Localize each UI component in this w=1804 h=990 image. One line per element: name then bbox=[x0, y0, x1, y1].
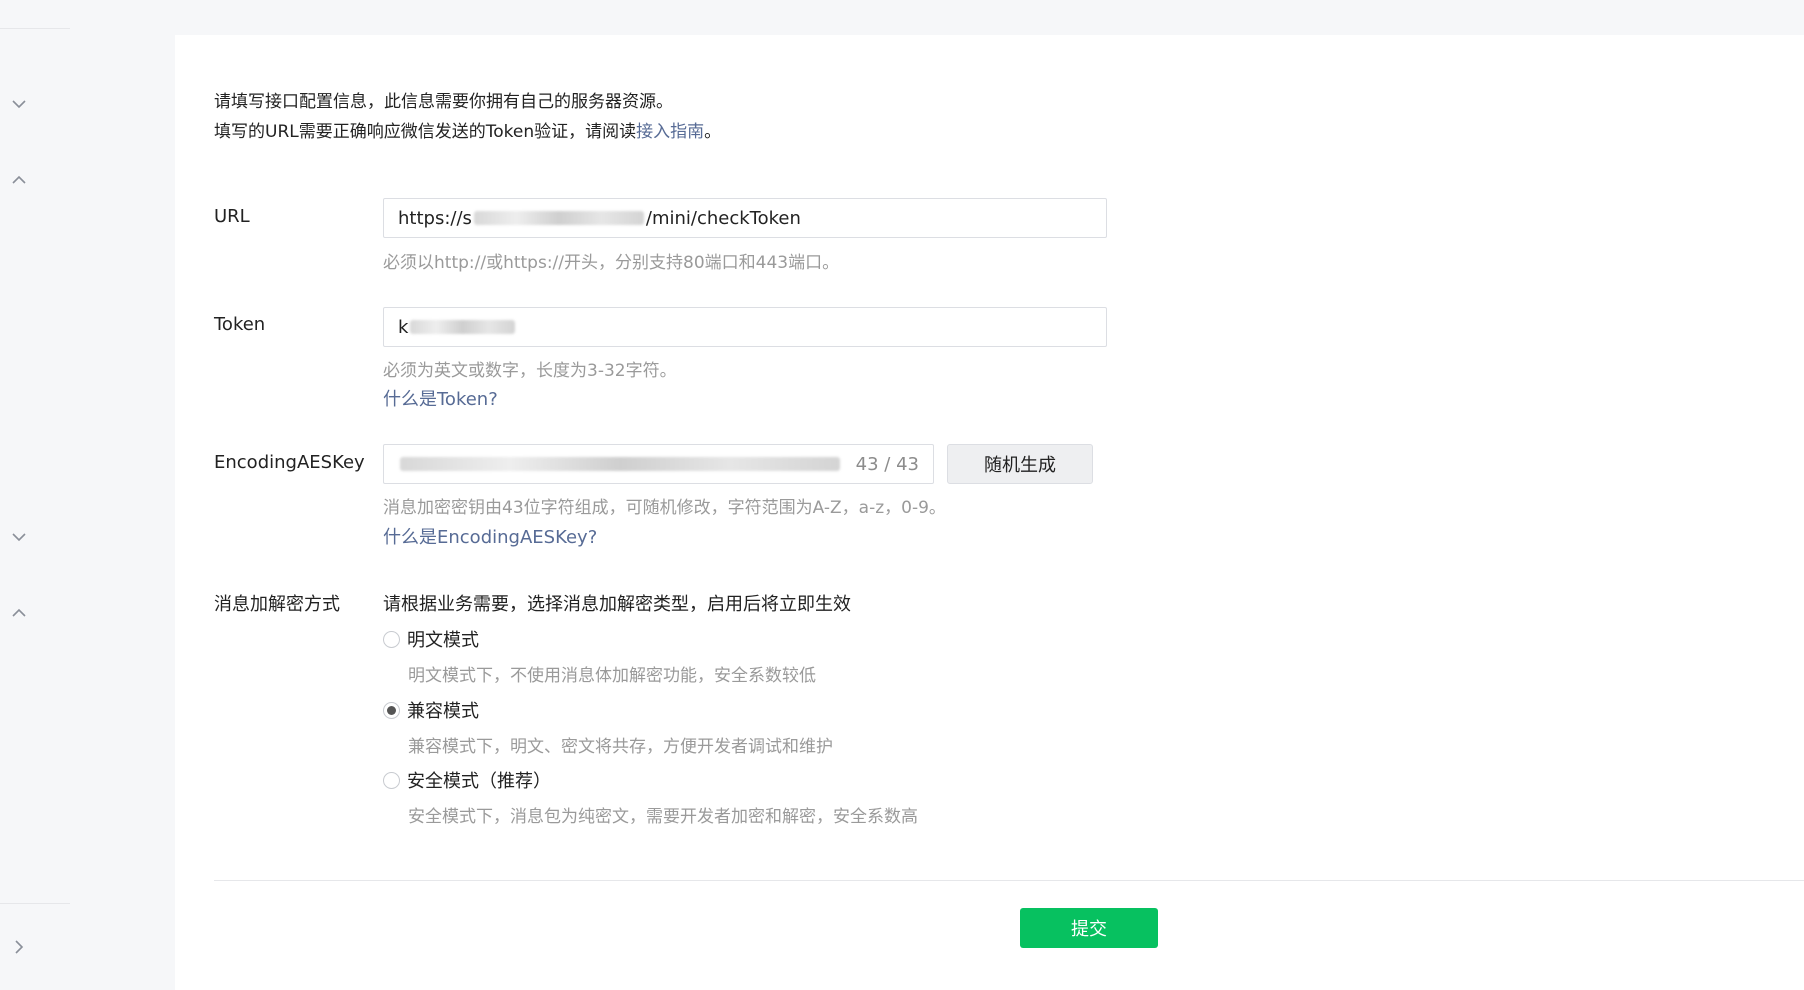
radio-button[interactable] bbox=[383, 630, 400, 648]
token-label: Token bbox=[214, 314, 266, 335]
what-is-aes-key-link[interactable]: 什么是EncodingAESKey? bbox=[383, 523, 597, 549]
radio-description: 明文模式下，不使用消息体加解密功能，安全系数较低 bbox=[408, 666, 816, 686]
token-hint: 必须为英文或数字，长度为3-32字符。 bbox=[383, 361, 677, 381]
page: 请填写接口配置信息，此信息需要你拥有自己的服务器资源。 填写的URL需要正确响应… bbox=[0, 0, 1804, 990]
intro-line-2-prefix: 填写的URL需要正确响应微信发送的Token验证，请阅读 bbox=[214, 122, 637, 142]
url-input[interactable]: https://s/mini/checkToken bbox=[383, 198, 1107, 238]
radio-compatible-mode[interactable]: 兼容模式 bbox=[383, 697, 479, 723]
token-input[interactable]: k bbox=[383, 307, 1107, 347]
random-generate-button[interactable]: 随机生成 bbox=[947, 444, 1093, 484]
radio-label: 安全模式（推荐） bbox=[407, 771, 551, 792]
radio-button[interactable] bbox=[383, 771, 400, 789]
radio-plaintext-mode[interactable]: 明文模式 bbox=[383, 626, 479, 652]
intro-text: 请填写接口配置信息，此信息需要你拥有自己的服务器资源。 填写的URL需要正确响应… bbox=[214, 87, 721, 147]
radio-label: 明文模式 bbox=[407, 630, 479, 651]
redacted-mask bbox=[473, 211, 644, 225]
chevron-down-icon[interactable] bbox=[10, 95, 28, 113]
redacted-mask bbox=[400, 457, 840, 471]
encryption-mode-label: 消息加解密方式 bbox=[214, 594, 340, 615]
sidebar-divider bbox=[0, 28, 70, 29]
encryption-mode-description: 请根据业务需要，选择消息加解密类型，启用后将立即生效 bbox=[383, 594, 851, 615]
radio-secure-mode[interactable]: 安全模式（推荐） bbox=[383, 767, 551, 793]
url-value-prefix: https://s bbox=[398, 207, 472, 229]
form-divider bbox=[214, 880, 1804, 881]
radio-button-checked[interactable] bbox=[383, 701, 400, 719]
intro-line-1: 请填写接口配置信息，此信息需要你拥有自己的服务器资源。 bbox=[214, 92, 673, 112]
radio-description: 安全模式下，消息包为纯密文，需要开发者加密和解密，安全系数高 bbox=[408, 807, 918, 827]
chevron-right-icon[interactable] bbox=[10, 938, 28, 956]
config-form-panel: 请填写接口配置信息，此信息需要你拥有自己的服务器资源。 填写的URL需要正确响应… bbox=[175, 35, 1804, 990]
what-is-token-link[interactable]: 什么是Token? bbox=[383, 385, 498, 411]
chevron-up-icon[interactable] bbox=[10, 604, 28, 622]
submit-button[interactable]: 提交 bbox=[1020, 908, 1158, 948]
radio-description: 兼容模式下，明文、密文将共存，方便开发者调试和维护 bbox=[408, 737, 833, 757]
chevron-down-icon[interactable] bbox=[10, 528, 28, 546]
aes-key-input[interactable]: 43 / 43 bbox=[383, 444, 934, 484]
intro-line-2-suffix: 。 bbox=[704, 122, 722, 142]
radio-label: 兼容模式 bbox=[407, 701, 479, 722]
aes-key-hint: 消息加密密钥由43位字符组成，可随机修改，字符范围为A-Z，a-z，0-9。 bbox=[383, 498, 946, 518]
sidebar bbox=[0, 0, 175, 990]
chevron-up-icon[interactable] bbox=[10, 171, 28, 189]
token-value-prefix: k bbox=[398, 316, 409, 338]
sidebar-divider bbox=[0, 903, 70, 904]
redacted-mask bbox=[410, 320, 516, 334]
aes-key-counter: 43 / 43 bbox=[855, 453, 919, 475]
access-guide-link[interactable]: 接入指南 bbox=[636, 122, 704, 142]
url-value-suffix: /mini/checkToken bbox=[645, 207, 801, 229]
url-label: URL bbox=[214, 206, 250, 227]
intro-line-2: 填写的URL需要正确响应微信发送的Token验证，请阅读接入指南。 bbox=[214, 117, 721, 147]
url-hint: 必须以http://或https://开头，分别支持80端口和443端口。 bbox=[383, 253, 840, 273]
aes-key-label: EncodingAESKey bbox=[214, 452, 365, 473]
